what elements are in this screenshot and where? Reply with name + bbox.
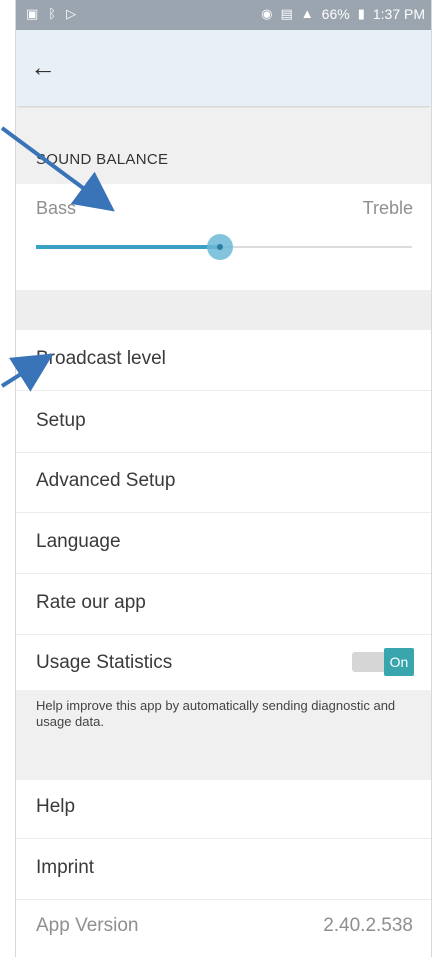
toggle-on-label: On [384,648,414,676]
divider [16,452,431,453]
section-separator [16,290,431,330]
bluetooth-icon: ᛒ [48,6,57,21]
menu-broadcast-level[interactable]: Broadcast level [36,348,166,370]
play-store-icon: ▷ [66,6,77,21]
battery-icon: ▮ [357,6,365,21]
status-time: 1:37 PM [372,6,425,22]
slider-fill [36,245,221,249]
divider [16,838,431,839]
menu-language[interactable]: Language [36,531,121,553]
bass-label: Bass [36,198,77,218]
menu-setup[interactable]: Setup [36,410,86,432]
battery-percent: 66% [321,6,350,22]
divider [16,390,431,391]
app-version-value: 2.40.2.538 [323,915,413,936]
divider [16,899,431,900]
alarm-icon: ◉ [261,6,273,21]
menu-rate-app[interactable]: Rate our app [36,592,146,614]
status-bar: ▣ ᛒ ▷ ◉ ▤ ▲ 66% ▮ 1:37 PM [16,0,431,30]
menu-help[interactable]: Help [36,796,75,818]
divider [16,573,431,574]
menu-advanced-setup[interactable]: Advanced Setup [36,470,175,492]
signal-icon: ▲ [300,6,314,21]
app-bar: ← [16,30,431,106]
usage-statistics-toggle[interactable]: On [352,648,414,676]
treble-label: Treble [362,198,413,218]
section-gap [16,108,431,124]
gallery-icon: ▣ [26,6,39,21]
status-right: ◉ ▤ ▲ 66% ▮ 1:37 PM [261,6,425,22]
divider [16,634,431,635]
sound-balance-header: SOUND BALANCE [16,124,431,184]
usage-help-text: Help improve this app by automatically s… [36,698,396,729]
menu-imprint[interactable]: Imprint [36,857,94,879]
app-frame: ▣ ᛒ ▷ ◉ ▤ ▲ 66% ▮ 1:37 PM ← SOUND BALANC… [15,0,432,957]
nfc-icon: ▤ [280,6,293,21]
sound-balance-slider[interactable] [36,232,412,262]
arrow-left-icon[interactable]: ← [30,50,64,84]
sound-balance-title: SOUND BALANCE [36,151,169,168]
menu-usage-statistics[interactable]: Usage Statistics [36,652,172,674]
status-left-icons: ▣ ᛒ ▷ [26,6,76,22]
usage-help-block: Help improve this app by automatically s… [16,690,431,780]
divider [16,512,431,513]
app-version-label: App Version [36,915,139,936]
